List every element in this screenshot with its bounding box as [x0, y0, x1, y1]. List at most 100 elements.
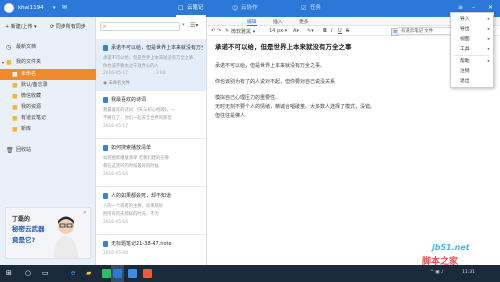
paragraph[interactable]: 承诺不可以给，但是世界上本来就没有万全之事。 — [215, 62, 325, 69]
taskbar: ⊞ ○ ▭ e ▰ ^ ▣ ♪ 11:31 — [0, 265, 500, 282]
task-view-icon[interactable]: ▭ — [42, 269, 49, 277]
sidebar-item-youdao[interactable]: ■ 有道云笔记 — [0, 113, 96, 124]
username[interactable]: khai1194 — [18, 5, 44, 11]
clock[interactable]: 11:31 — [462, 270, 475, 275]
sidebar-item-wechat[interactable]: ■ 微信收藏 — [0, 91, 96, 102]
sidebar-item-trash[interactable]: 🗑 回收站 — [0, 145, 96, 156]
menu-item-exit[interactable]: 退出 — [451, 77, 493, 86]
tab-collab[interactable]: ☺ 云协作 — [232, 0, 258, 17]
folder-icon: ▣ — [103, 81, 108, 86]
chevron-down-icon[interactable]: ▾ — [53, 5, 56, 11]
folder-icon: ■ — [12, 115, 18, 122]
youdao-note-icon[interactable] — [113, 269, 122, 278]
watermark-name: 脚本之家 — [422, 257, 459, 267]
person-illustration — [54, 216, 78, 258]
note-list: ⌕ ▾ ☰▾ 承诺不可以给，但是世界上本来就没有万全之事 承诺不可以给，但是世界… — [96, 17, 207, 265]
menu-item-import[interactable]: 导入 ▸ — [451, 15, 493, 24]
note-icon — [103, 145, 108, 151]
folder-icon: ■ — [12, 82, 18, 89]
promo-banner[interactable]: ✕ 丁磊的 秘密云武器 竟是它? — [5, 207, 91, 259]
avatar[interactable] — [4, 3, 14, 13]
sidebar-item-resources[interactable]: ■ 我的资源 — [0, 102, 96, 113]
folder-icon: ■ — [6, 59, 12, 66]
paragraph[interactable]: 模拟自己心理压力的重要性。 — [215, 94, 280, 101]
folder-icon: ■ — [12, 93, 18, 100]
sidebar-item-my-folders[interactable]: ▾ ■ 我的文件夹 — [0, 57, 96, 68]
app-icon[interactable] — [143, 269, 152, 278]
sync-button[interactable]: ⟳ 同步所有同步 — [50, 23, 86, 30]
settings-menu-icon[interactable]: ≡ — [458, 4, 463, 11]
highlight-icon[interactable]: ✎▾ — [307, 28, 314, 34]
tray-icons[interactable]: ^ ▣ ♪ — [430, 270, 444, 275]
paragraph[interactable]: 你也该别为有了的人说对不起，但你要对自己说没关系 — [215, 78, 335, 85]
menu-item-help[interactable]: 帮助 ▸ — [451, 57, 493, 66]
close-icon[interactable]: ✕ — [488, 4, 493, 11]
paragraph[interactable]: 但往往是佛人 — [215, 112, 245, 119]
tab-tasks[interactable]: ☑ 任务 — [301, 0, 321, 17]
title-bar: khai1194 ▾ ✉ ☐ 云笔记 ☺ 云协作 ☑ 任务 ≡ – ✕ — [0, 0, 500, 17]
menu-item-view[interactable]: 视图 ▸ — [451, 35, 493, 44]
folder-icon: ■ — [12, 126, 18, 133]
italic-icon[interactable]: I — [331, 28, 332, 34]
list-item[interactable]: 承诺不可以给，但是世界上本来就没有万全之事 承诺不可以给，但是世界上本来就没有万… — [96, 39, 206, 91]
note-title[interactable]: 承诺不可以给，但是世界上本来就没有万全之事 — [215, 41, 352, 51]
promo-line-1: 丁磊的 — [12, 216, 31, 223]
sidebar-item-memo[interactable]: ■ 默认/备忘录 — [0, 80, 96, 91]
chevron-down-icon[interactable]: ▾ — [182, 22, 185, 28]
menu-item-logout[interactable]: 注销 — [451, 67, 493, 76]
undo-icon[interactable]: ↶ — [211, 28, 215, 34]
menu-item-export[interactable]: 导出 ▸ — [451, 25, 493, 34]
menu-item-tools[interactable]: 工具 ▸ — [451, 45, 493, 54]
promo-line-3: 竟是它? — [12, 236, 36, 244]
minimize-icon[interactable]: – — [472, 4, 475, 11]
sidebar-item-unnamed[interactable]: ■ 未命名 — [0, 69, 96, 80]
chevron-right-icon: ▸ — [487, 37, 490, 42]
mail-icon[interactable]: ✉ — [62, 4, 67, 11]
list-item[interactable]: 如何搜索播放清单 如何搜索播放清单 若我们建的在哪 和在这里听的时候最好的时候 … — [96, 139, 206, 187]
bold-icon[interactable]: B — [323, 28, 327, 34]
tab-notes[interactable]: ☐ 云笔记 — [176, 0, 206, 17]
watermark-site: jb51.net — [432, 243, 470, 252]
task-icon: ☑ — [301, 5, 307, 12]
font-size-select[interactable]: 14 px ▾ — [269, 28, 287, 34]
format-painter-icon[interactable]: ✎ — [225, 28, 229, 34]
sidebar-item-recent[interactable]: ◷ 最新文档 — [0, 42, 96, 53]
tab-insert[interactable]: 插入 — [273, 18, 283, 25]
chevron-down-icon: ▾ — [2, 60, 5, 65]
list-item[interactable]: 人的如果都会死，却不知道 人的一个或者的主要，如果那好 把所有的天那样的时光，不… — [96, 187, 206, 235]
clock-icon: ◷ — [6, 44, 12, 51]
folder-icon: ■ — [12, 104, 18, 111]
underline-icon[interactable]: U — [338, 28, 342, 34]
note-icon — [103, 193, 108, 199]
main-menu: 导入 ▸ 导出 ▸ 视图 ▸ 工具 ▸ 帮助 ▸ 注销 退出 — [450, 12, 494, 88]
folder-icon: ■ — [12, 71, 18, 78]
chevron-right-icon: ▸ — [487, 47, 490, 52]
search-input[interactable]: ⌕ — [100, 22, 180, 31]
chevron-right-icon: ▸ — [487, 17, 490, 22]
note-icon: ☐ — [178, 5, 184, 12]
edge-browser-icon[interactable]: e — [71, 269, 75, 277]
app-icon[interactable] — [128, 269, 137, 278]
list-item[interactable]: 无标题笔记21-38-47.note 2016-05-04 — [96, 235, 206, 265]
sidebar-item-new-library[interactable]: ■ 新库 — [0, 124, 96, 135]
search-icon[interactable]: ○ — [25, 269, 31, 277]
chevron-right-icon: ▸ — [487, 27, 490, 32]
sort-icon[interactable]: ☰▾ — [190, 22, 198, 29]
windows-start-icon[interactable]: ⊞ — [6, 269, 12, 277]
note-icon — [103, 45, 108, 51]
list-item[interactable]: 我最喜欢的诗词 我最喜欢的诗词 《天与初心相顾》，一 不要在了，你们一起去全世界… — [96, 91, 206, 139]
font-select[interactable]: 微软雅黑 ▾ — [231, 28, 255, 35]
close-icon[interactable]: ✕ — [83, 210, 87, 216]
app-icon[interactable] — [102, 269, 111, 278]
file-explorer-icon[interactable]: ▰ — [86, 269, 91, 277]
redo-icon[interactable]: ↷ — [217, 28, 221, 34]
font-color-icon[interactable]: A▾ — [293, 28, 299, 34]
paragraph[interactable]: 无时无刻不要个人的情绪，精诚合唱破茧。大多数人选择了模式，没错。 — [215, 103, 375, 110]
tab-edit[interactable]: 编辑 — [247, 18, 257, 26]
trash-icon: 🗑 — [6, 147, 14, 154]
new-upload-button[interactable]: + 新建/上传 ▾ — [5, 23, 37, 30]
strikethrough-icon[interactable]: S — [346, 28, 349, 34]
note-icon — [103, 241, 108, 247]
tab-more[interactable]: 更多 — [299, 18, 309, 25]
note-icon — [103, 97, 108, 103]
